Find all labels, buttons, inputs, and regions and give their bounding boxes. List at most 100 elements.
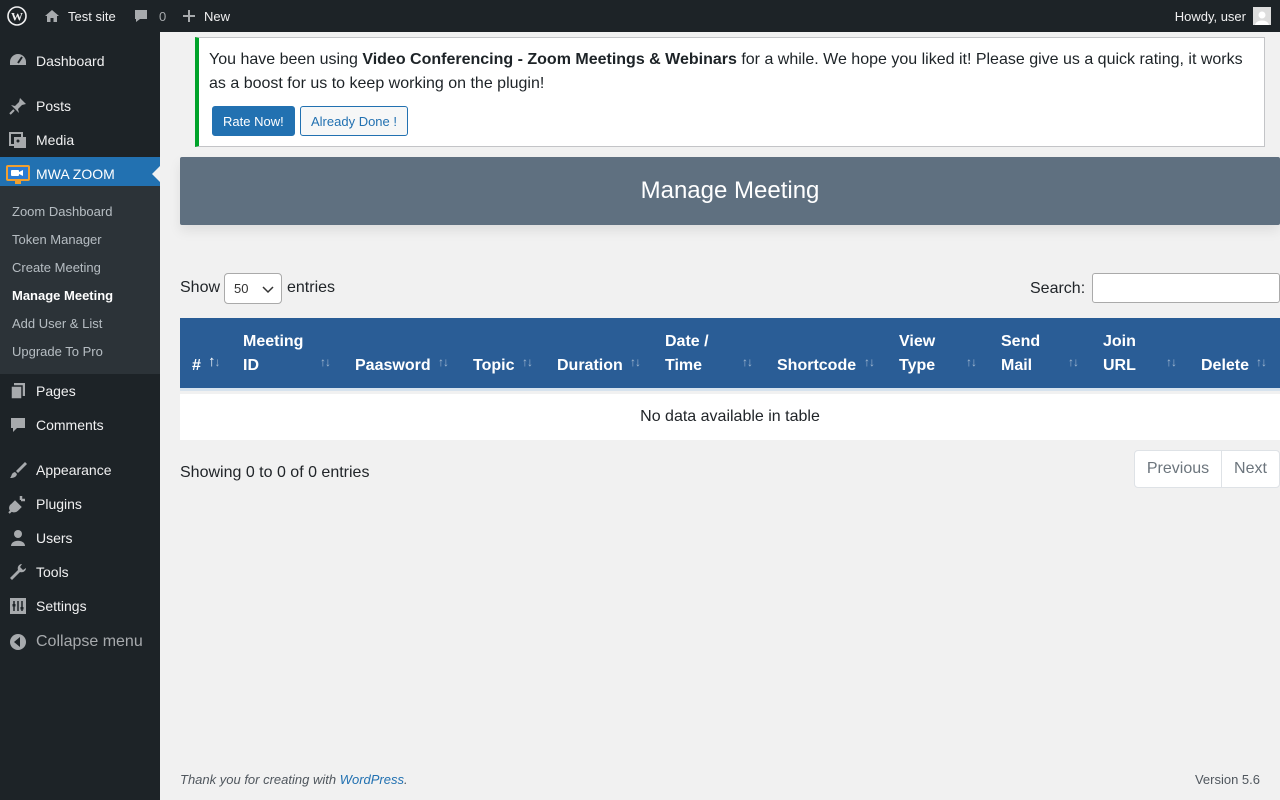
menu-label: Plugins <box>36 496 82 512</box>
submenu-upgrade[interactable]: Upgrade To Pro <box>12 344 103 359</box>
menu-settings[interactable]: Settings <box>0 589 160 623</box>
menu-label: MWA ZOOM <box>36 166 115 182</box>
submenu-add-user[interactable]: Add User & List <box>12 316 102 331</box>
wordpress-logo-icon[interactable]: W <box>7 0 27 32</box>
col-line1: Meeting <box>243 333 304 350</box>
col-line1: Date / <box>665 333 709 350</box>
sort-icon[interactable]: ↑↓ <box>630 355 641 369</box>
page-title: Manage Meeting <box>640 177 820 204</box>
entries-label: entries <box>287 279 336 296</box>
menu-comments[interactable]: Comments <box>0 408 160 442</box>
site-name: Test site <box>68 8 116 24</box>
sort-icon[interactable]: ↑↓ <box>742 355 753 369</box>
sort-icon[interactable]: ↑↓ <box>1166 355 1177 369</box>
settings-sliders-icon <box>8 596 28 616</box>
svg-text:W: W <box>11 10 23 24</box>
menu-appearance[interactable]: Appearance <box>0 453 160 487</box>
empty-message: No data available in table <box>640 408 820 425</box>
show-label: Show <box>180 279 221 296</box>
col-topic[interactable]: Topic <box>473 330 533 378</box>
col-label: View Type <box>899 330 935 378</box>
comments-link[interactable]: 0 <box>133 0 166 32</box>
account-menu[interactable]: Howdy, user <box>1175 0 1271 32</box>
col-label: # <box>192 354 201 378</box>
col-duration[interactable]: Duration <box>557 330 637 378</box>
col-delete[interactable]: Delete <box>1201 330 1261 378</box>
col-line2: Duration <box>557 357 623 374</box>
menu-tools[interactable]: Tools <box>0 555 160 589</box>
sort-icon[interactable]: ↑↓ <box>522 355 533 369</box>
menu-label: Comments <box>36 417 104 433</box>
col-shortcode[interactable]: Shortcode <box>777 330 867 378</box>
menu-posts[interactable]: Posts <box>0 89 160 123</box>
col-line2: Time <box>665 357 703 374</box>
comments-count: 0 <box>159 8 167 24</box>
menu-label: Appearance <box>36 462 112 478</box>
new-content-link[interactable]: New <box>182 0 230 32</box>
comment-bubble-icon <box>133 8 149 24</box>
menu-users[interactable]: Users <box>0 521 160 555</box>
col-line2: Shortcode <box>777 357 857 374</box>
submenu-manage-meeting[interactable]: Manage Meeting <box>12 288 113 303</box>
submenu-zoom-dashboard[interactable]: Zoom Dashboard <box>12 204 112 219</box>
submenu-create-meeting[interactable]: Create Meeting <box>12 260 101 275</box>
notice-text-before: You have been using <box>209 51 363 68</box>
media-icon <box>8 130 28 150</box>
pages-icon <box>8 381 28 401</box>
rate-now-button[interactable]: Rate Now! <box>212 106 295 136</box>
sort-icon[interactable]: ↑↓ <box>864 355 875 369</box>
menu-media[interactable]: Media <box>0 123 160 157</box>
empty-table-row: No data available in table <box>180 394 1280 440</box>
collapse-label: Collapse menu <box>36 633 143 650</box>
already-done-button[interactable]: Already Done ! <box>300 106 408 136</box>
col-password[interactable]: Paasword <box>355 330 445 378</box>
footer-credit: Thank you for creating with WordPress. <box>180 772 408 787</box>
sort-icon[interactable]: ↑↓ <box>438 355 449 369</box>
sort-asc-icon[interactable]: ↑↓ <box>208 353 220 370</box>
col-label: Delete <box>1201 354 1249 378</box>
page-header: Manage Meeting <box>180 157 1280 225</box>
menu-plugins[interactable]: Plugins <box>0 487 160 521</box>
chevron-down-icon <box>262 283 274 298</box>
sort-icon[interactable]: ↑↓ <box>320 355 331 369</box>
admin-bar: W Test site 0 New Howdy, user <box>0 0 1280 32</box>
page-length-select[interactable]: 50 <box>224 273 282 304</box>
col-meeting-id[interactable]: Meeting ID <box>243 330 323 378</box>
dashboard-icon <box>8 51 28 71</box>
site-name-link[interactable]: Test site <box>44 0 116 32</box>
wrench-icon <box>8 562 28 582</box>
notice-plugin-name: Video Conferencing - Zoom Meetings & Web… <box>362 51 737 68</box>
search-input[interactable] <box>1092 273 1280 303</box>
menu-pages[interactable]: Pages <box>0 374 160 408</box>
col-line2: Mail <box>1001 357 1033 374</box>
sort-icon[interactable]: ↑↓ <box>966 355 977 369</box>
col-line1: Join <box>1103 333 1136 350</box>
table-info: Showing 0 to 0 of 0 entries <box>180 464 370 481</box>
page-length-value: 50 <box>234 281 249 296</box>
col-label: Send Mail <box>1001 330 1040 378</box>
col-view-type[interactable]: View Type <box>899 330 959 378</box>
col-join-url[interactable]: Join URL <box>1103 330 1163 378</box>
col-date-time[interactable]: Date / Time <box>665 330 735 378</box>
menu-label: Dashboard <box>36 53 105 69</box>
col-label: Duration <box>557 354 623 378</box>
collapse-menu-button[interactable]: Collapse menu <box>0 625 160 659</box>
next-button[interactable]: Next <box>1222 451 1279 487</box>
sort-icon[interactable]: ↑↓ <box>1256 355 1267 369</box>
menu-label: Pages <box>36 383 76 399</box>
plug-icon <box>8 494 28 514</box>
sort-icon[interactable]: ↑↓ <box>1068 355 1079 369</box>
pagination: Previous Next <box>1134 450 1280 488</box>
col-send-mail[interactable]: Send Mail <box>1001 330 1061 378</box>
plus-icon <box>182 9 196 23</box>
comment-icon <box>8 415 28 435</box>
zoom-camera-icon <box>5 164 31 184</box>
previous-button[interactable]: Previous <box>1135 451 1222 487</box>
submenu-token-manager[interactable]: Token Manager <box>12 232 102 247</box>
pin-icon <box>8 96 28 116</box>
menu-dashboard[interactable]: Dashboard <box>0 44 160 78</box>
user-icon <box>8 528 28 548</box>
wordpress-link[interactable]: WordPress <box>340 772 404 787</box>
rating-notice: You have been using Video Conferencing -… <box>195 37 1265 147</box>
menu-label: Settings <box>36 598 87 614</box>
